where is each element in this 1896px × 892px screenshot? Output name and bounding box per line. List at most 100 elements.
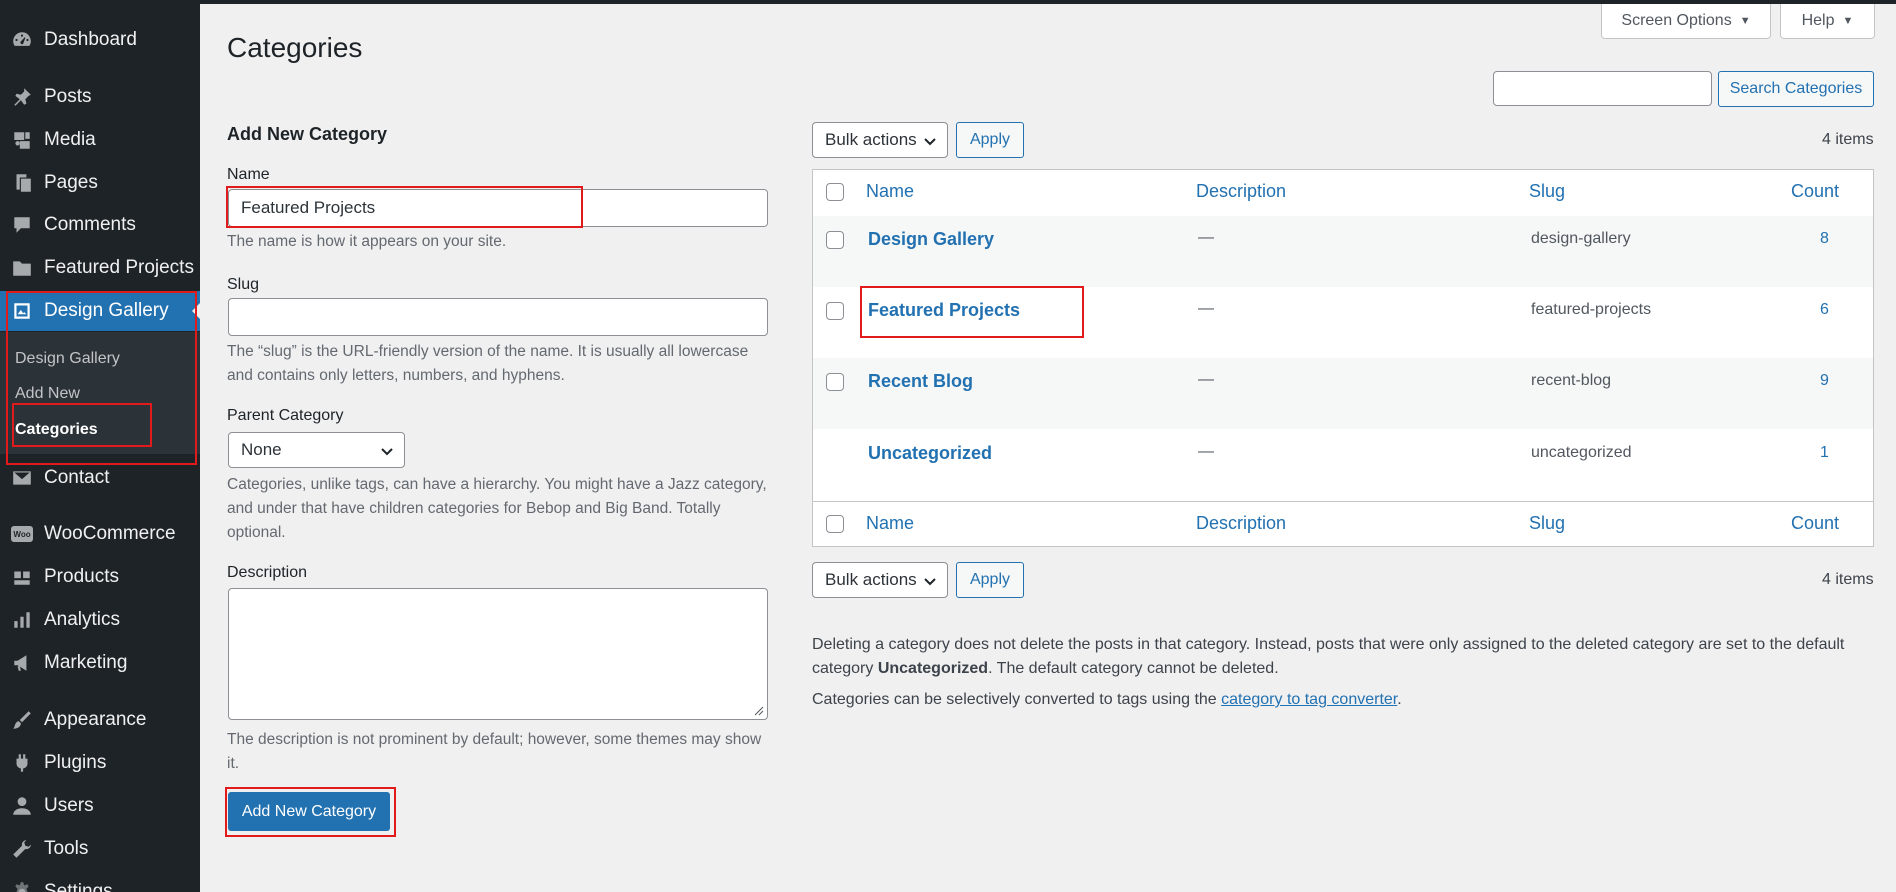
sidebar-item-label: Pages [44, 172, 98, 193]
category-description: — [1198, 300, 1214, 317]
add-new-category-button[interactable]: Add New Category [228, 792, 390, 831]
category-name-link[interactable]: Design Gallery [868, 229, 994, 250]
bulk-actions-select-bottom[interactable]: Bulk actions [812, 562, 948, 598]
bulk-actions-value: Bulk actions [825, 130, 917, 149]
chevron-down-icon [381, 448, 393, 456]
column-header-description[interactable]: Description [1196, 181, 1286, 202]
sidebar-item-featured-projects[interactable]: Featured Projects [0, 248, 200, 288]
sidebar-item-users[interactable]: Users [0, 786, 200, 826]
column-footer-count[interactable]: Count [1791, 513, 1839, 534]
bulk-actions-select-top[interactable]: Bulk actions [812, 122, 948, 158]
select-all-checkbox[interactable] [826, 183, 844, 201]
column-footer-description[interactable]: Description [1196, 513, 1286, 534]
wrench-icon [10, 837, 34, 861]
category-slug: uncategorized [1531, 444, 1632, 461]
sidebar-item-dashboard[interactable]: Dashboard [0, 20, 200, 60]
sidebar-item-label: Marketing [44, 652, 128, 673]
slug-help-text: The “slug” is the URL-friendly version o… [227, 343, 749, 384]
sidebar-item-plugins[interactable]: Plugins [0, 743, 200, 783]
sidebar-item-woocommerce[interactable]: Woo WooCommerce [0, 514, 200, 554]
name-input[interactable]: Featured Projects [228, 189, 768, 227]
sidebar-item-label: Comments [44, 214, 136, 235]
analytics-icon [10, 608, 34, 632]
category-count-link[interactable]: 9 [1820, 372, 1829, 390]
select-all-checkbox-footer[interactable] [826, 515, 844, 533]
category-slug: recent-blog [1531, 372, 1612, 389]
category-to-tag-converter-link[interactable]: category to tag converter [1221, 691, 1397, 708]
column-footer-name[interactable]: Name [866, 513, 914, 534]
sidebar-item-design-gallery[interactable]: Design Gallery [0, 291, 200, 331]
submenu-item-add-new[interactable]: Add New [15, 385, 80, 403]
gallery-icon [10, 299, 34, 323]
screen-options-button[interactable]: Screen Options ▼ [1601, 4, 1771, 39]
sidebar-item-comments[interactable]: Comments [0, 205, 200, 245]
sidebar-item-products[interactable]: Products [0, 557, 200, 597]
products-icon [10, 565, 34, 589]
category-name-link[interactable]: Recent Blog [868, 371, 973, 392]
default-category-name: Uncategorized [877, 660, 989, 677]
caret-down-icon: ▼ [1842, 15, 1854, 27]
submenu-item-categories[interactable]: Categories [15, 421, 98, 439]
slug-input[interactable] [228, 298, 768, 336]
category-count-link[interactable]: 6 [1820, 301, 1829, 319]
caret-down-icon: ▼ [1739, 15, 1751, 27]
sidebar-item-posts[interactable]: Posts [0, 77, 200, 117]
category-name-link[interactable]: Featured Projects [868, 300, 1020, 321]
sidebar-item-tools[interactable]: Tools [0, 829, 200, 869]
sidebar-item-label: Products [44, 566, 119, 587]
chevron-down-icon [924, 578, 936, 586]
dashboard-icon [10, 28, 34, 52]
sidebar-item-label: WooCommerce [44, 523, 176, 544]
sidebar-item-label: Media [44, 129, 96, 150]
category-count-link[interactable]: 8 [1820, 230, 1829, 248]
convert-note-text-end: . [1397, 691, 1402, 708]
pin-icon [10, 85, 34, 109]
sidebar-item-settings[interactable]: Settings [0, 872, 200, 892]
name-input-value: Featured Projects [241, 198, 376, 217]
screen-options-label: Screen Options [1621, 12, 1732, 29]
column-header-count[interactable]: Count [1791, 181, 1839, 202]
apply-button-top[interactable]: Apply [956, 122, 1024, 158]
column-header-slug[interactable]: Slug [1529, 181, 1565, 202]
convert-category-note: Categories can be selectively converted … [812, 688, 1882, 712]
plugin-icon [10, 751, 34, 775]
sidebar-item-label: Contact [44, 467, 110, 488]
description-textarea[interactable] [228, 588, 768, 720]
page-title: Categories [227, 32, 363, 63]
sidebar-item-appearance[interactable]: Appearance [0, 700, 200, 740]
help-button[interactable]: Help ▼ [1780, 4, 1875, 39]
search-input[interactable] [1493, 71, 1712, 106]
sidebar-item-label: Plugins [44, 752, 107, 773]
parent-category-select[interactable]: None [228, 432, 405, 468]
apply-button-bottom[interactable]: Apply [956, 562, 1024, 598]
table-row: Featured Projects — featured-projects 6 [813, 287, 1873, 358]
sidebar-item-media[interactable]: Media [0, 120, 200, 160]
sidebar-item-label: Users [44, 795, 94, 816]
row-checkbox[interactable] [826, 302, 844, 320]
row-checkbox[interactable] [826, 373, 844, 391]
delete-category-note: Deleting a category does not delete the … [812, 633, 1882, 681]
sidebar-item-pages[interactable]: Pages [0, 163, 200, 203]
column-footer-slug[interactable]: Slug [1529, 513, 1565, 534]
items-count-top: 4 items [1822, 131, 1874, 148]
sidebar-item-analytics[interactable]: Analytics [0, 600, 200, 640]
items-count-bottom: 4 items [1822, 571, 1874, 588]
help-label: Help [1801, 12, 1835, 29]
submenu-item-design-gallery[interactable]: Design Gallery [15, 350, 120, 368]
delete-note-text-end: . The default category cannot be deleted… [988, 660, 1279, 677]
mail-icon [10, 466, 34, 490]
search-categories-button[interactable]: Search Categories [1718, 71, 1874, 107]
name-help-text: The name is how it appears on your site. [227, 233, 507, 250]
slug-label: Slug [227, 276, 260, 293]
table-row: Uncategorized — uncategorized 1 [813, 430, 1873, 501]
row-checkbox[interactable] [826, 231, 844, 249]
pages-icon [10, 171, 34, 195]
column-header-name[interactable]: Name [866, 181, 914, 202]
resize-grip-icon[interactable] [754, 706, 764, 716]
category-name-link[interactable]: Uncategorized [868, 443, 992, 464]
category-count-link[interactable]: 1 [1820, 444, 1829, 462]
table-footer-divider [813, 501, 1873, 502]
sidebar-item-marketing[interactable]: Marketing [0, 643, 200, 683]
chevron-down-icon [924, 138, 936, 146]
sidebar-item-contact[interactable]: Contact [0, 458, 200, 498]
